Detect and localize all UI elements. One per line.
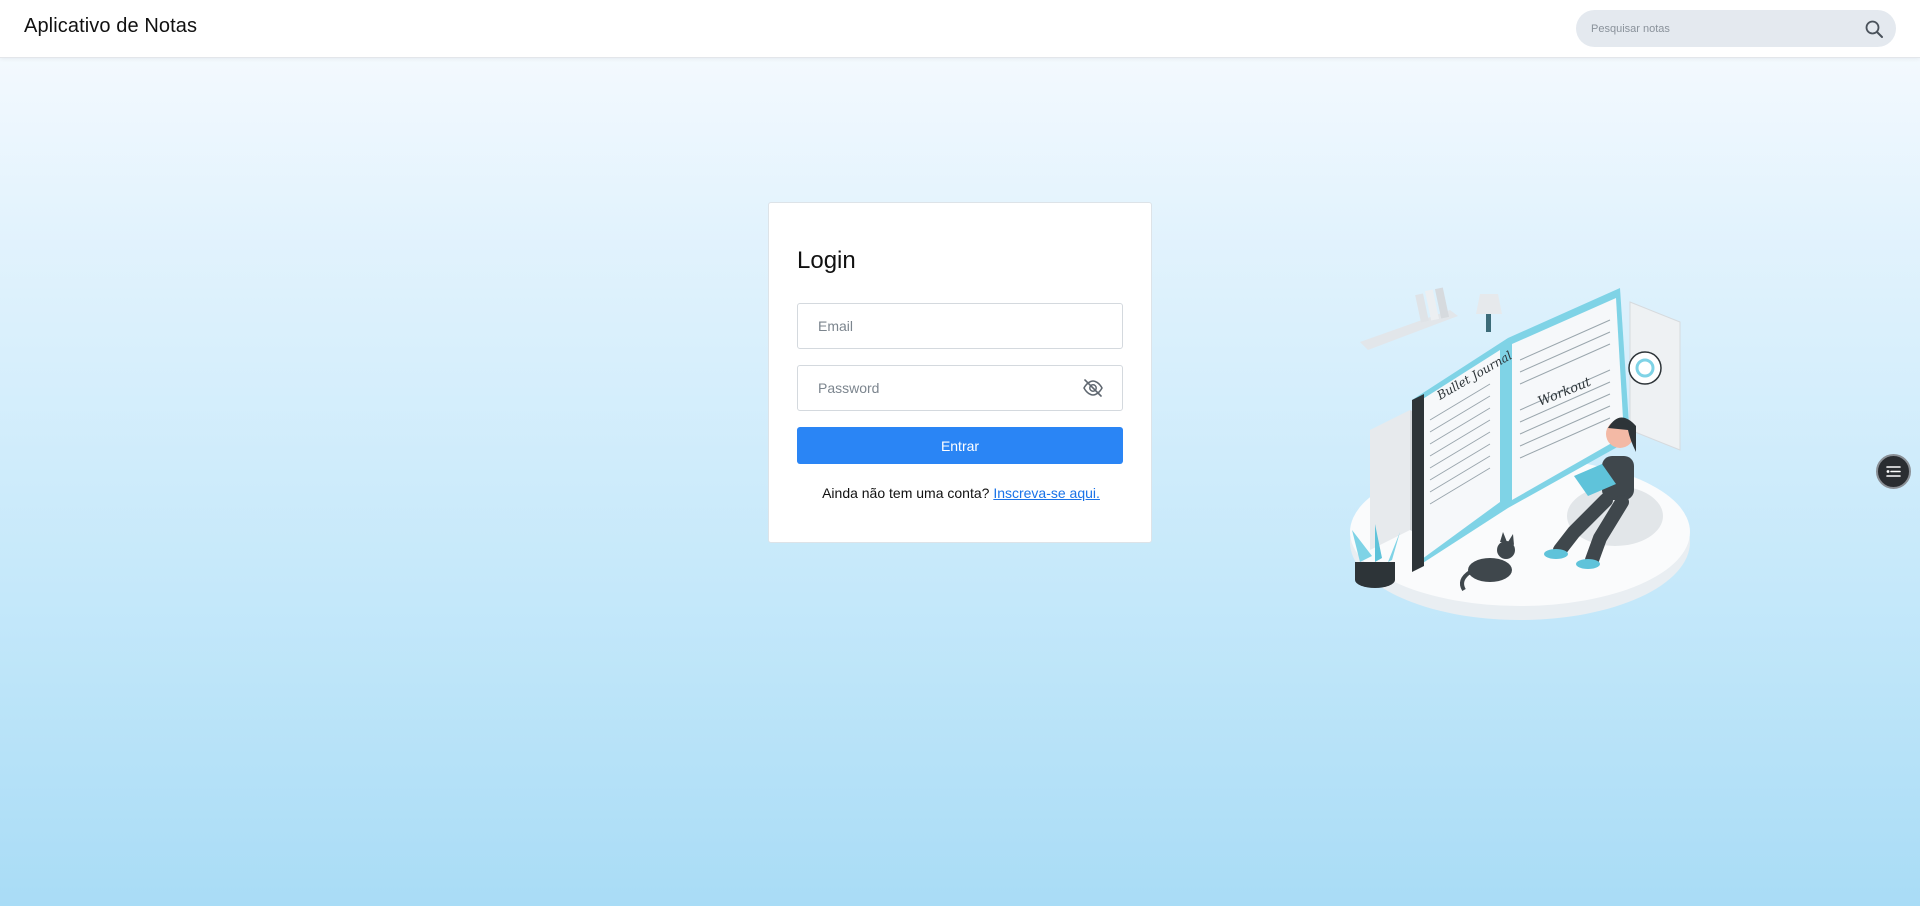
floating-menu-button[interactable]: [1876, 454, 1911, 489]
search-input[interactable]: [1591, 10, 1851, 47]
signup-link[interactable]: Inscreva-se aqui.: [993, 485, 1100, 501]
signup-prompt-text: Ainda não tem uma conta?: [822, 485, 990, 501]
password-field[interactable]: [818, 366, 1078, 410]
eye-off-icon[interactable]: [1082, 378, 1104, 398]
bullet-journal-illustration: Bullet Journal Workout: [1350, 287, 1690, 620]
top-navbar: Aplicativo de Notas: [0, 0, 1920, 58]
signup-prompt-line: Ainda não tem uma conta? Inscreva-se aqu…: [769, 485, 1153, 501]
login-submit-button[interactable]: Entrar: [797, 427, 1123, 464]
search-box[interactable]: [1576, 10, 1896, 47]
menu-lines-icon: [1886, 466, 1901, 477]
email-field-wrapper: [797, 303, 1123, 349]
search-icon[interactable]: [1864, 19, 1884, 39]
login-title: Login: [797, 247, 856, 274]
email-field[interactable]: [818, 304, 1078, 348]
password-field-wrapper: [797, 365, 1123, 411]
login-card: Login Entrar Ainda não tem uma conta? In…: [768, 202, 1152, 543]
app-title: Aplicativo de Notas: [24, 15, 198, 37]
